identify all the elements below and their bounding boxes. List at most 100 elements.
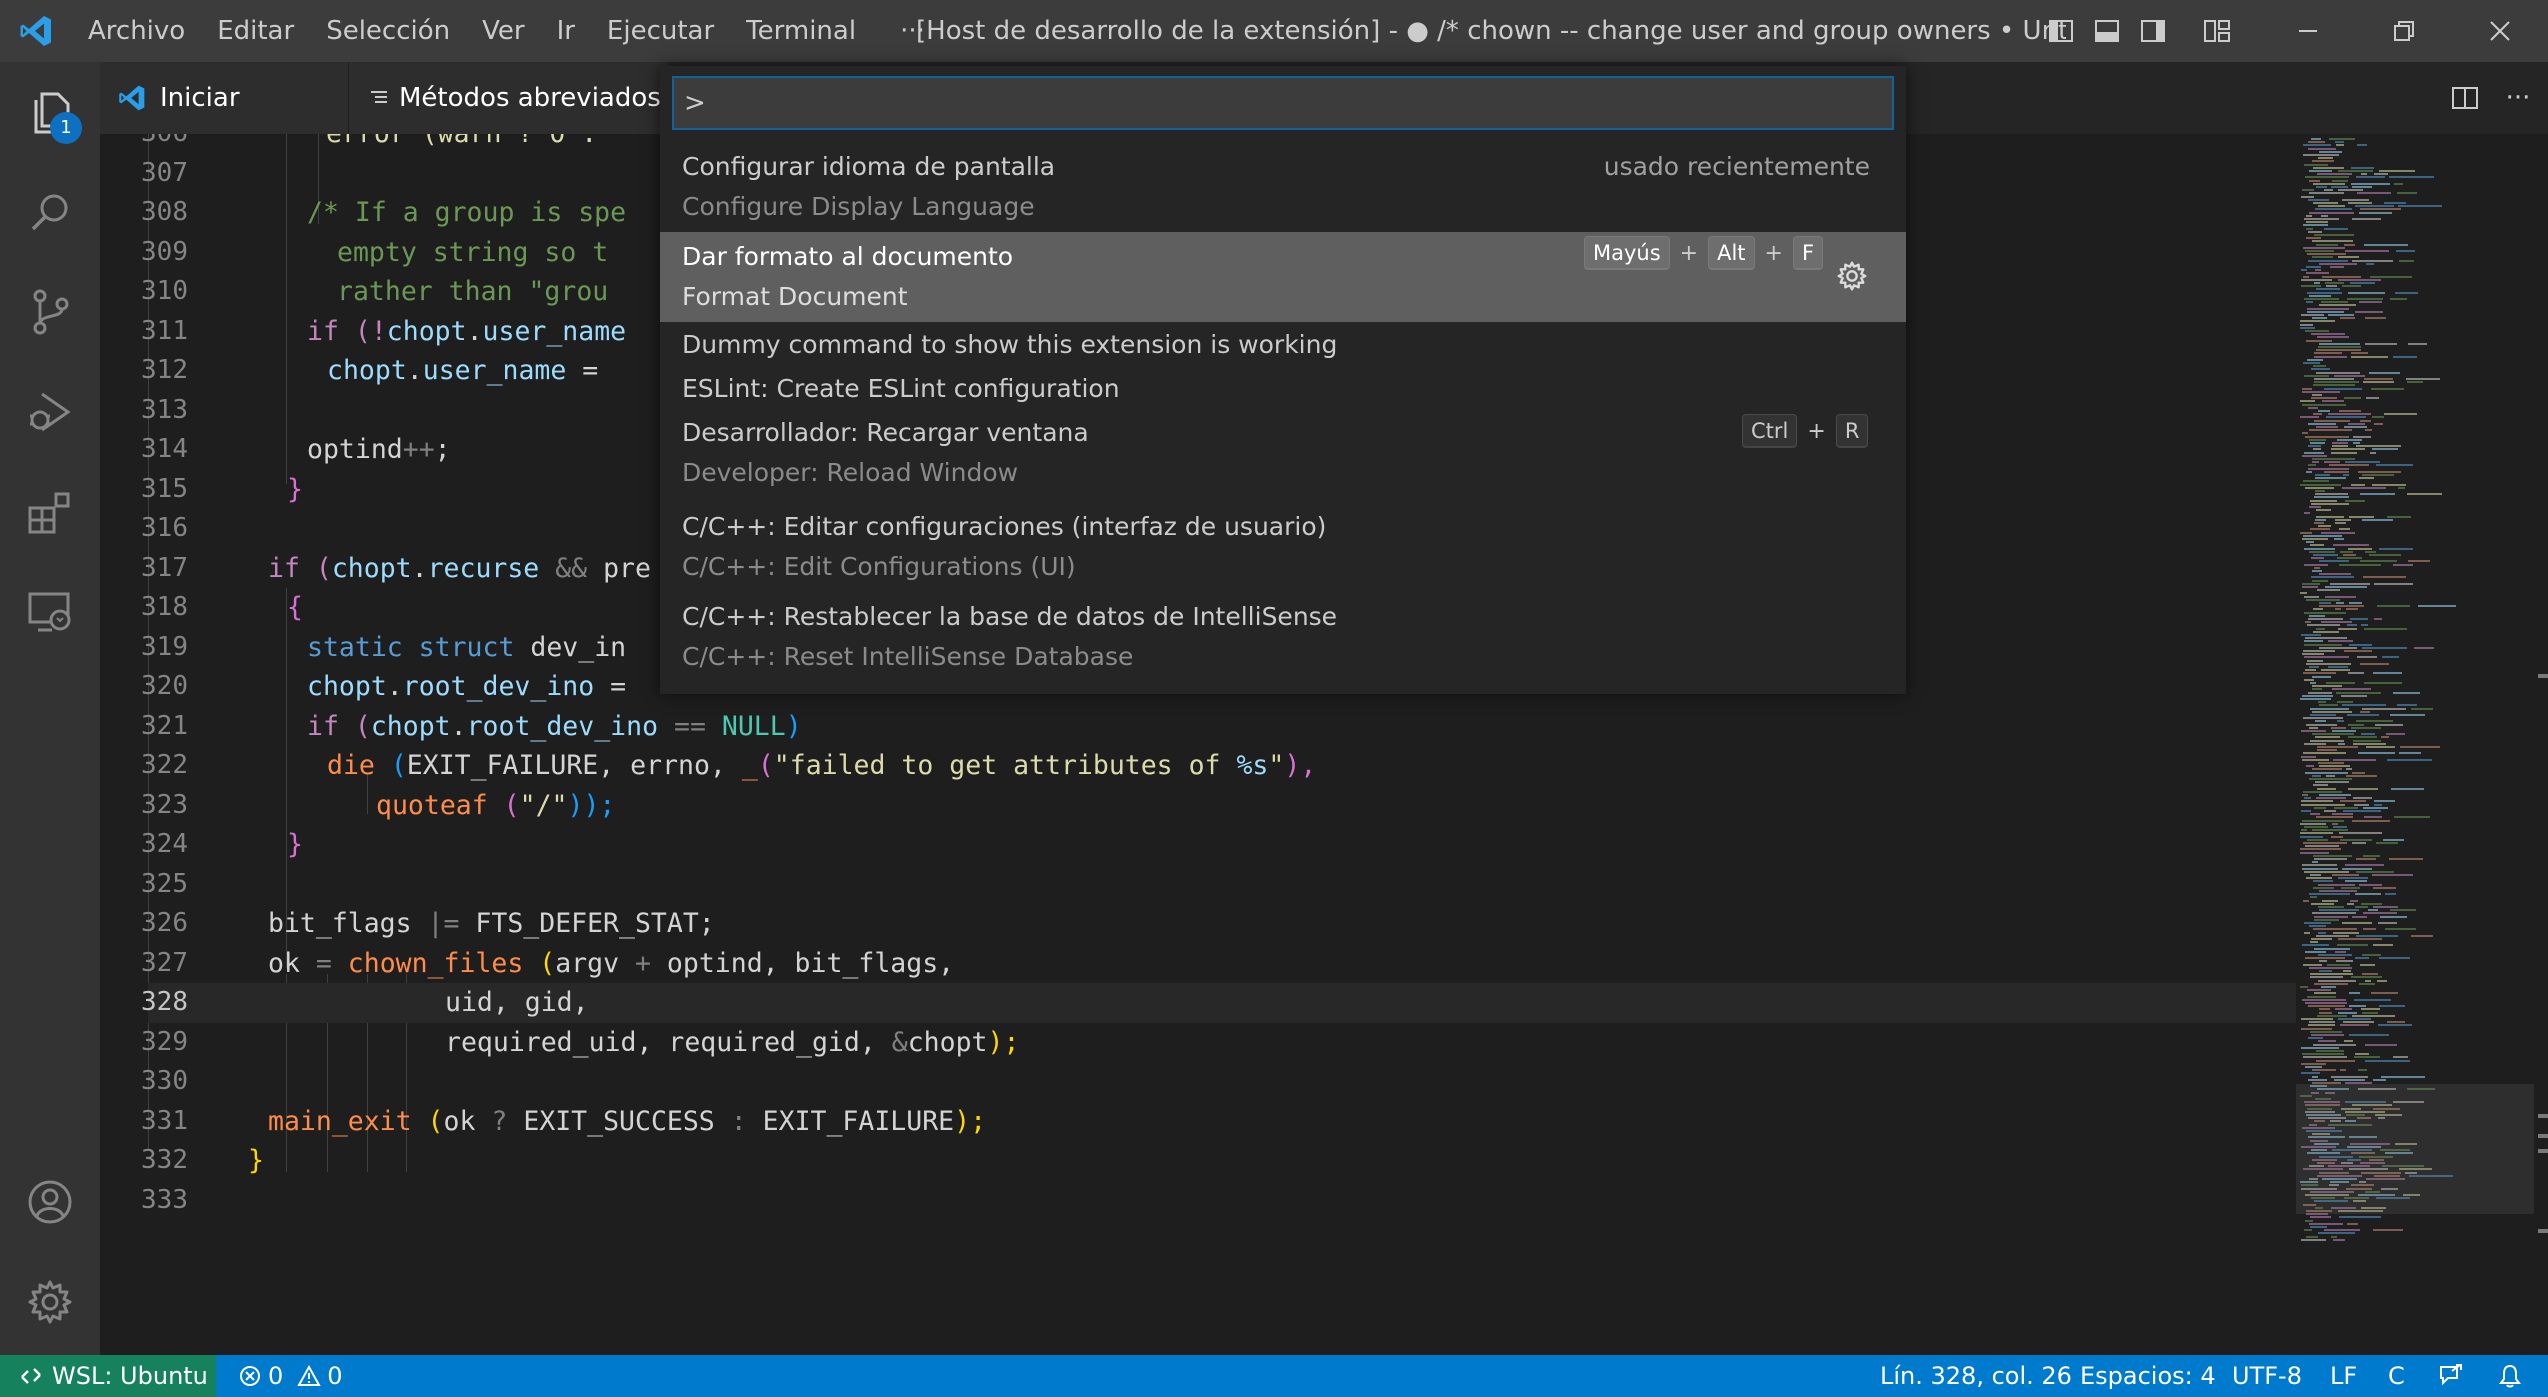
minimap-line [2350, 899, 2358, 902]
code-token: + [635, 947, 651, 979]
minimap-line [2309, 666, 2319, 668]
end-of-line[interactable]: LF [2330, 1355, 2357, 1397]
minimap-line [2313, 630, 2339, 633]
palette-item-configure-display-language[interactable]: Configurar idioma de pantalla Configure … [660, 142, 1906, 232]
minimap-line [2342, 198, 2369, 201]
menu-ir[interactable]: Ir [541, 0, 591, 62]
minimap[interactable] [2296, 134, 2534, 1355]
minimap-line [2300, 832, 2333, 835]
palette-item-cpp-reset-intellisense[interactable]: C/C++: Restablecer la base de datos de I… [660, 592, 1906, 684]
problems-indicator[interactable]: 0 0 [238, 1355, 343, 1397]
toggle-primary-sidebar-icon[interactable] [2038, 0, 2084, 62]
minimap-line [2314, 806, 2326, 809]
search-icon[interactable] [0, 162, 100, 262]
minimap-line [2316, 509, 2331, 512]
minimap-line [2302, 819, 2344, 822]
feedback-icon[interactable] [2438, 1355, 2464, 1397]
minimap-line [2314, 982, 2348, 985]
minimap-line [2312, 774, 2321, 777]
files-icon[interactable]: 1 [0, 62, 100, 162]
toggle-panel-icon[interactable] [2084, 0, 2130, 62]
warning-count: 0 [327, 1362, 343, 1390]
minimap-line [2331, 726, 2346, 729]
code-token: optind, bit_flags, [650, 947, 955, 979]
code-token: pre [603, 552, 651, 584]
minimap-line [2314, 496, 2349, 499]
minimap-line [2373, 944, 2393, 947]
minimap-line [2300, 326, 2315, 329]
remote-explorer-icon[interactable] [0, 562, 100, 662]
encoding[interactable]: UTF-8 [2232, 1355, 2302, 1397]
restore-button[interactable] [2356, 0, 2452, 62]
minimap-line [2345, 880, 2367, 883]
minimap-line [2353, 435, 2371, 438]
indentation[interactable]: Espacios: 4 [2080, 1355, 2216, 1397]
palette-item-cpp-edit-configurations[interactable]: C/C++: Editar configuraciones (interfaz … [660, 502, 1906, 592]
minimap-line [2312, 394, 2322, 396]
minimap-line [2343, 810, 2381, 812]
code-token: FTS_DEFER_STAT; [459, 908, 715, 939]
more-actions-icon[interactable]: ··· [2488, 67, 2548, 129]
minimap-line [2318, 906, 2344, 908]
palette-item-format-document[interactable]: Dar formato al documento Format Document… [660, 232, 1906, 322]
menu-ejecutar[interactable]: Ejecutar [591, 0, 730, 62]
minimap-line [2304, 512, 2310, 515]
minimap-slider[interactable] [2296, 1084, 2534, 1214]
minimap-line [2355, 1053, 2369, 1056]
minimize-button[interactable] [2260, 0, 2356, 62]
minimap-line [2313, 448, 2321, 451]
minimap-line [2336, 691, 2381, 694]
minimap-line [2348, 202, 2372, 204]
menu-archivo[interactable]: Archivo [72, 0, 201, 62]
tab-iniciar[interactable]: Iniciar [100, 62, 348, 134]
command-palette-input[interactable]: > [672, 76, 1894, 130]
settings-gear-icon[interactable] [0, 1252, 100, 1352]
vertical-scrollbar[interactable] [2534, 134, 2548, 1355]
minimap-line [2302, 998, 2346, 1001]
notifications-bell-icon[interactable] [2498, 1355, 2522, 1397]
minimap-line [2301, 1238, 2326, 1241]
customize-layout-icon[interactable] [2194, 0, 2240, 62]
split-editor-icon[interactable] [2442, 67, 2488, 129]
cursor-position[interactable]: Lín. 328, col. 26 [1880, 1355, 2072, 1397]
code-token: ? [491, 1105, 508, 1137]
menu-terminal[interactable]: Terminal [730, 0, 872, 62]
minimap-line [2309, 614, 2325, 617]
menu-editar[interactable]: Editar [201, 0, 310, 62]
minimap-line [2319, 765, 2350, 768]
minimap-line [2343, 554, 2356, 556]
palette-item-eslint-create-config[interactable]: ESLint: Create ESLint configuration [660, 368, 1906, 412]
remote-indicator[interactable]: WSL: Ubuntu [0, 1355, 216, 1397]
minimap-line [2315, 490, 2325, 492]
extensions-icon[interactable] [0, 462, 100, 562]
source-control-icon[interactable] [0, 262, 100, 362]
minimap-line [2343, 474, 2349, 476]
minimap-line [2301, 269, 2307, 272]
minimap-line [2315, 474, 2330, 476]
code-token: dev_in [514, 631, 627, 663]
minimap-line [2319, 646, 2357, 649]
menu-seleccion[interactable]: Selección [310, 0, 466, 62]
language-mode[interactable]: C [2388, 1355, 2405, 1397]
minimap-line [2324, 227, 2348, 230]
toggle-secondary-sidebar-icon[interactable] [2130, 0, 2176, 62]
minimap-line [2303, 246, 2345, 249]
minimap-line [2307, 253, 2346, 256]
minimap-line [2308, 422, 2336, 425]
minimap-line [2309, 550, 2335, 553]
minimap-line [2344, 650, 2372, 652]
minimap-line [2300, 986, 2308, 988]
configure-keybinding-gear-icon[interactable] [1836, 260, 1868, 296]
palette-item-reload-window[interactable]: Desarrollador: Recargar ventana Develope… [660, 412, 1906, 502]
menu-ver[interactable]: Ver [466, 0, 540, 62]
account-icon[interactable] [0, 1152, 100, 1252]
tab-metodos-abreviados[interactable]: Métodos abreviados [349, 62, 669, 134]
minimap-line [2309, 925, 2326, 928]
run-debug-icon[interactable] [0, 362, 100, 462]
palette-item-dummy-command[interactable]: Dummy command to show this extension is … [660, 322, 1906, 368]
minimap-line [2313, 1043, 2356, 1046]
command-palette: > Configurar idioma de pantalla Configur… [660, 66, 1906, 694]
minimap-line [2335, 608, 2341, 611]
close-button[interactable] [2452, 0, 2548, 62]
code-token: . [466, 315, 483, 347]
